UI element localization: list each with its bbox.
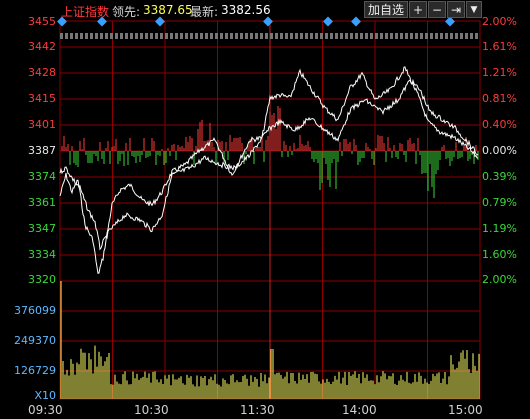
percent-label: 0.79% (482, 196, 517, 209)
add-to-watchlist-button[interactable]: 加自选 (364, 1, 408, 18)
price-label: 3415 (28, 92, 56, 105)
time-label: 14:00 (342, 403, 377, 417)
price-line (59, 66, 478, 274)
price-label: 3347 (28, 222, 56, 235)
price-label: 3361 (28, 196, 56, 209)
price-label: 3374 (28, 170, 56, 183)
arrow-bar-right-icon[interactable]: ⇥ (447, 1, 465, 18)
index-name: 上证指数 (61, 5, 110, 19)
time-label: 09:30 (28, 403, 63, 417)
price-label: 3442 (28, 40, 56, 53)
volume-label: 249370 (14, 334, 56, 347)
volume-label: 126729 (14, 364, 56, 377)
percent-label: 1.19% (482, 222, 517, 235)
price-label: 3455 (28, 15, 56, 28)
percent-label: 1.61% (482, 40, 517, 53)
chart-grid (59, 20, 481, 400)
volume-label: 376099 (14, 304, 56, 317)
percent-label: 1.60% (482, 248, 517, 261)
plus-icon[interactable]: + (409, 1, 427, 18)
lead-value: 3387.65 (143, 3, 193, 17)
price-label: 3428 (28, 66, 56, 79)
percent-label: 2.00% (482, 15, 517, 28)
price-label: 3320 (28, 273, 56, 286)
time-label: 10:30 (134, 403, 169, 417)
price-label: 3401 (28, 118, 56, 131)
percent-label: 0.40% (482, 118, 517, 131)
latest-value: 3382.56 (221, 3, 271, 17)
price-label: 3387 (28, 144, 56, 157)
percent-label: 0.00% (482, 144, 517, 157)
percent-label: 2.00% (482, 273, 517, 286)
intraday-chart[interactable] (0, 0, 530, 419)
volume-unit-label: X10 (34, 389, 56, 402)
time-label: 11:30 (240, 403, 275, 417)
minus-icon[interactable]: − (428, 1, 446, 18)
percent-label: 1.21% (482, 66, 517, 79)
percent-label: 0.81% (482, 92, 517, 105)
latest-label: 最新: (190, 5, 219, 19)
lead-line (59, 78, 479, 251)
chart-header: 上证指数 领先: 3387.65 最新: 3382.56 加自选 + − ⇥ ▼ (0, 0, 530, 20)
price-label: 3334 (28, 248, 56, 261)
chevron-down-icon[interactable]: ▼ (466, 1, 482, 18)
time-label: 15:00 (448, 403, 483, 417)
lead-label: 领先: (112, 5, 141, 19)
percent-label: 0.39% (482, 170, 517, 183)
